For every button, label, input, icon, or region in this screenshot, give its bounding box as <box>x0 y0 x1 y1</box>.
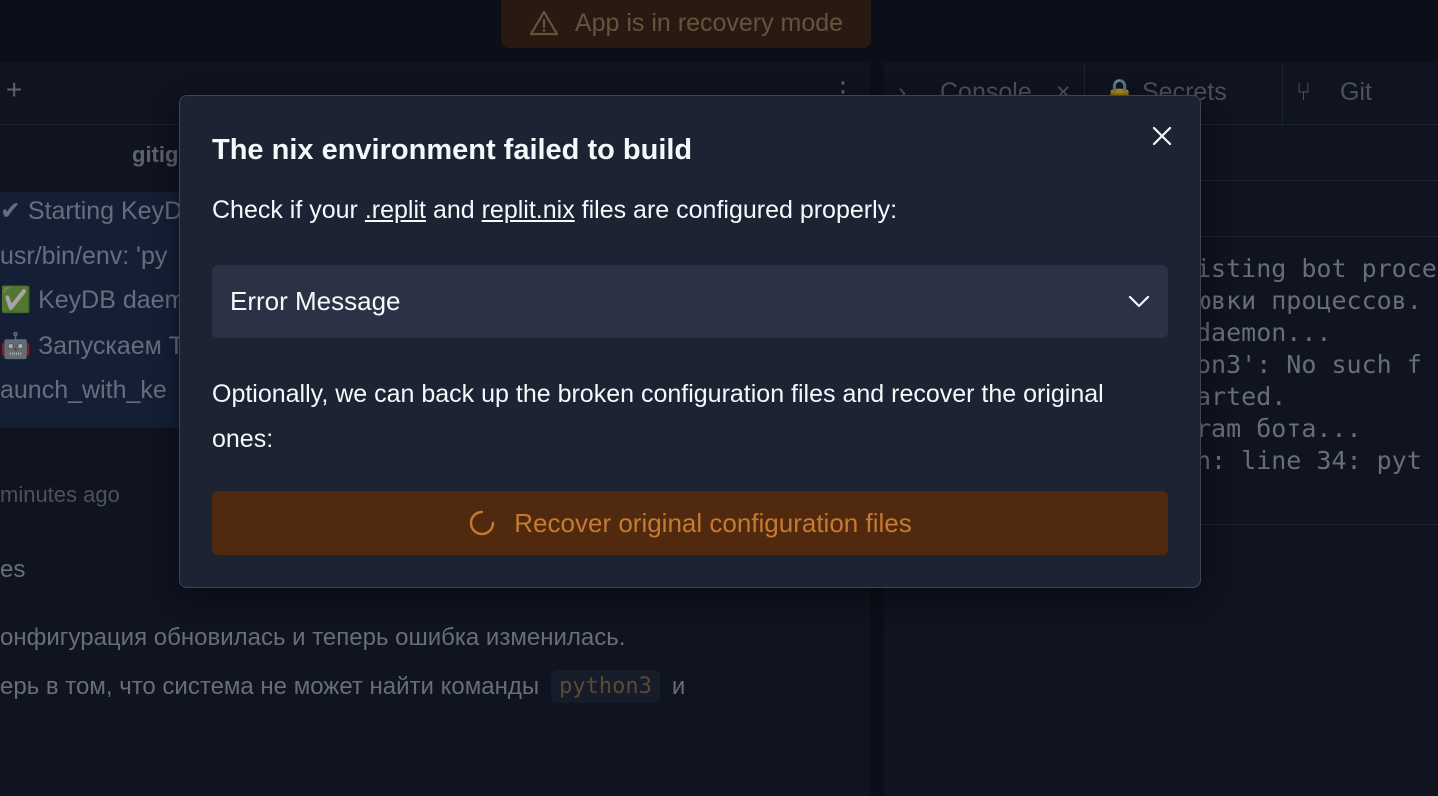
desc-text: and <box>432 196 475 224</box>
chevron-down-icon <box>1128 295 1150 307</box>
close-button[interactable] <box>1144 118 1180 154</box>
loading-spinner-icon <box>470 510 495 536</box>
replit-nix-file-link[interactable]: replit.nix <box>482 196 575 224</box>
desc-text: files are configured properly: <box>581 196 898 224</box>
dropdown-label: Error Message <box>230 286 401 316</box>
recovery-explanation: Optionally, we can back up the broken co… <box>212 380 1104 453</box>
recover-button-label: Recover original configuration files <box>514 507 912 538</box>
dialog-title: The nix environment failed to build <box>212 134 693 166</box>
dialog-description: Check if your .replit and replit.nix fil… <box>212 196 897 225</box>
nix-build-failed-dialog: The nix environment failed to build Chec… <box>179 95 1201 588</box>
desc-text: Check if your <box>212 196 358 224</box>
close-icon <box>1152 126 1172 146</box>
recover-config-button[interactable]: Recover original configuration files <box>212 491 1168 555</box>
error-message-dropdown[interactable]: Error Message <box>212 265 1168 338</box>
replit-file-link[interactable]: .replit <box>365 196 426 224</box>
